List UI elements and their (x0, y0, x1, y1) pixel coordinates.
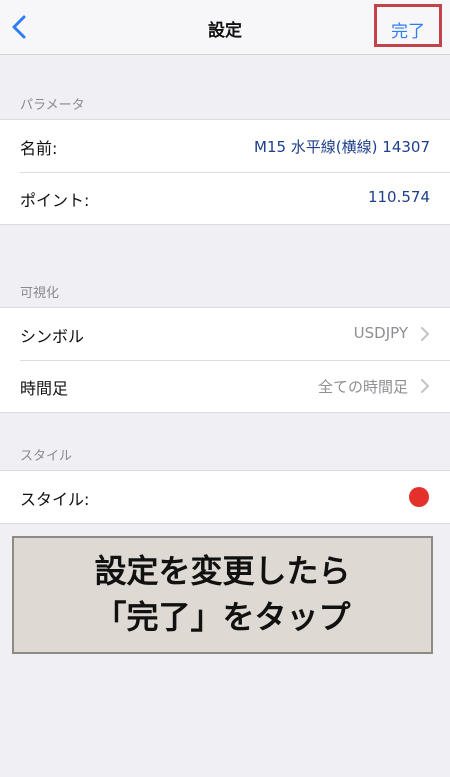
visualization-group: シンボル USDJPY 時間足 全ての時間足 (0, 307, 450, 413)
style-label: スタイル: (20, 490, 90, 509)
symbol-label: シンボル (20, 327, 85, 346)
name-label: 名前: (20, 139, 58, 158)
name-row[interactable]: 名前: M15 水平線(横線) 14307 (0, 120, 450, 172)
symbol-row[interactable]: シンボル USDJPY (0, 308, 450, 360)
timeframe-row[interactable]: 時間足 全ての時間足 (0, 360, 450, 412)
section-header-parameters: パラメータ (20, 98, 85, 113)
color-swatch[interactable] (409, 487, 429, 507)
banner-line-2: 「完了」をタップ (94, 598, 351, 636)
navigation-bar: 設定 完了 (0, 0, 450, 55)
done-highlight-box: 完了 (374, 4, 442, 47)
point-row[interactable]: ポイント: 110.574 (0, 172, 450, 224)
section-header-visualization: 可視化 (20, 286, 60, 301)
chevron-right-icon (421, 379, 429, 393)
point-value[interactable]: 110.574 (368, 188, 430, 206)
chevron-right-icon (421, 327, 429, 341)
timeframe-value: 全ての時間足 (317, 378, 408, 396)
parameters-group: 名前: M15 水平線(横線) 14307 ポイント: 110.574 (0, 119, 450, 225)
style-group: スタイル: (0, 470, 450, 524)
name-value[interactable]: M15 水平線(横線) 14307 (254, 136, 430, 157)
section-header-style: スタイル (20, 449, 73, 464)
symbol-value: USDJPY (353, 324, 408, 342)
banner-line-1: 設定を変更したら (94, 552, 351, 590)
style-row[interactable]: スタイル: (0, 471, 450, 523)
point-label: ポイント: (20, 191, 90, 210)
timeframe-label: 時間足 (20, 379, 69, 398)
instruction-banner: 設定を変更したら 「完了」をタップ (12, 536, 433, 654)
done-button[interactable]: 完了 (377, 17, 439, 42)
